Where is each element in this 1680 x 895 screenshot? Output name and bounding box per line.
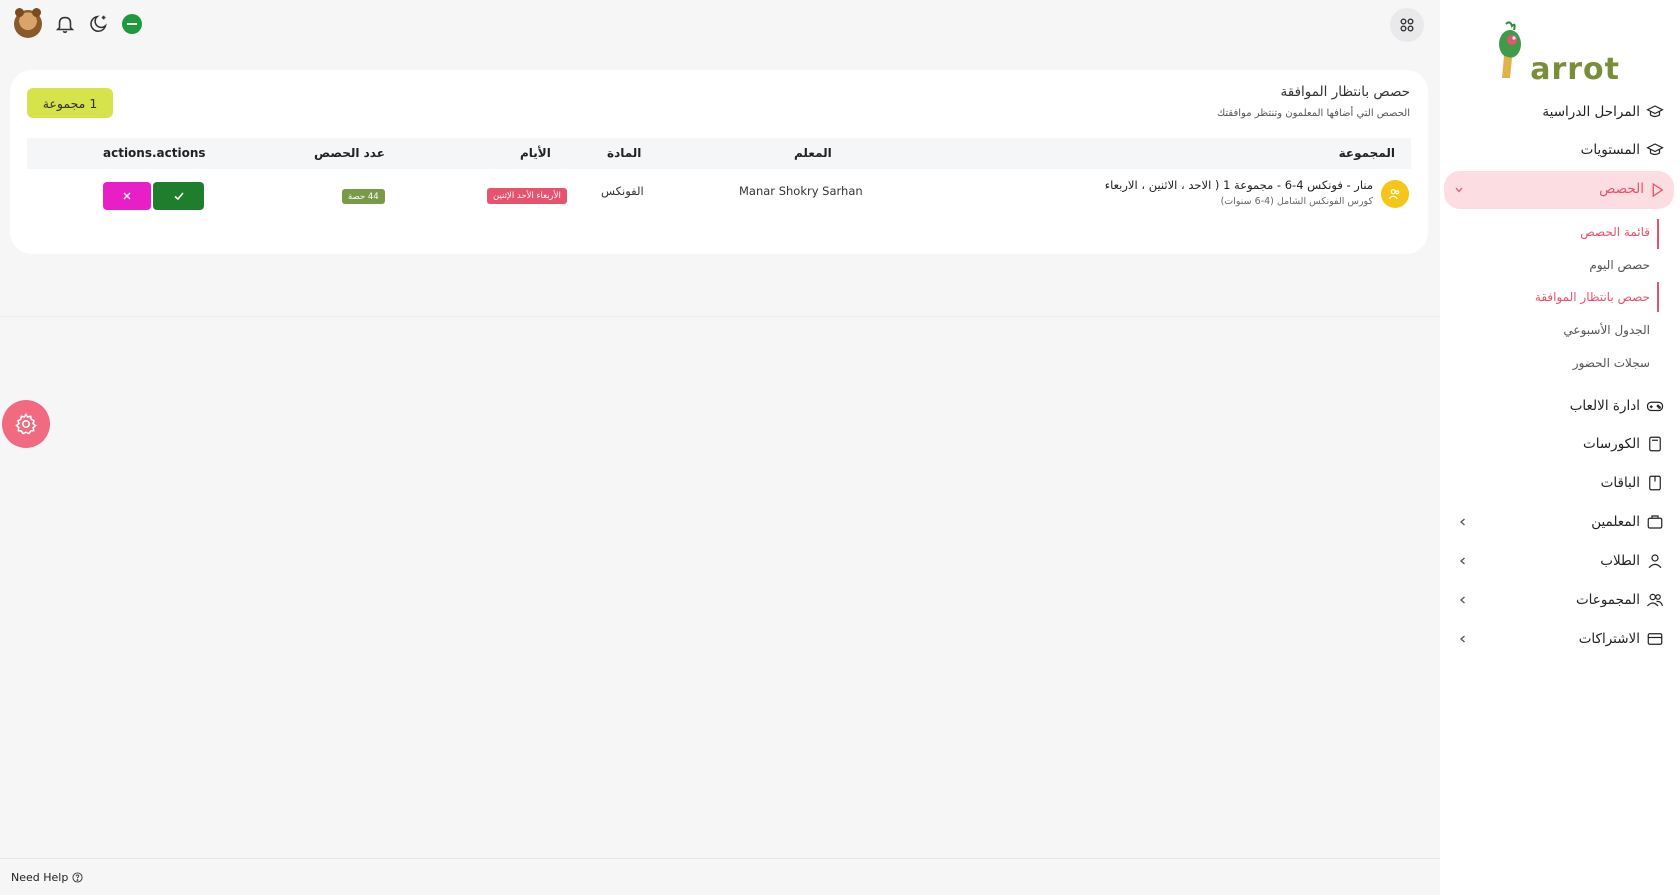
sidebar-item-students[interactable]: الطلاب <box>1600 547 1664 575</box>
subitem-today-sessions[interactable]: حصص اليوم <box>1589 258 1650 272</box>
subitem-attendance-records[interactable]: سجلات الحضور <box>1573 356 1650 370</box>
need-help-link[interactable]: Need Help <box>11 871 83 884</box>
group-name[interactable]: منار - فونكس 4-6 - مجموعة 1 ( الاحد ، ال… <box>1105 178 1373 192</box>
chevron-down-icon[interactable] <box>1454 185 1464 195</box>
check-icon <box>173 192 184 201</box>
pending-sessions-card: حصص بانتظار الموافقة الحصص التي أضافها ا… <box>10 70 1428 254</box>
approve-button[interactable] <box>153 182 204 210</box>
chevron-left-icon[interactable] <box>1458 634 1468 644</box>
th-actions: actions.actions <box>103 146 206 160</box>
divider <box>0 316 1440 317</box>
sidebar-item-courses[interactable]: الكورسات <box>1583 430 1664 458</box>
chevron-left-icon[interactable] <box>1458 517 1468 527</box>
users-icon <box>1388 189 1400 200</box>
sidebar-item-groups[interactable]: المجموعات <box>1576 586 1664 614</box>
bell-icon[interactable] <box>54 13 76 35</box>
sidebar-item-sessions[interactable]: الحصص <box>1444 171 1674 209</box>
sidebar-item-label: الباقات <box>1600 475 1640 491</box>
subitem-sessions-list[interactable]: قائمة الحصص <box>1580 225 1650 239</box>
user-icon <box>1648 554 1662 569</box>
header-actions <box>14 8 142 38</box>
reject-button[interactable] <box>103 182 151 210</box>
sidebar: arrot المراحل الدراسية المستويات الحصص ق… <box>1440 0 1680 895</box>
days-badge: الأربعاء الأحد الإثنين <box>487 188 567 204</box>
group-course: كورس الفونكس الشامل (4-6 سنوات) <box>1220 196 1373 207</box>
card-icon <box>1647 633 1663 645</box>
subject-name: الفونكس <box>601 184 644 198</box>
sidebar-item-label: المراحل الدراسية <box>1542 104 1640 120</box>
sidebar-item-label: الطلاب <box>1600 553 1640 569</box>
apps-icon <box>1400 18 1414 32</box>
page-subtitle: الحصص التي أضافها المعلمون وتنتظر موافقت… <box>1216 108 1410 119</box>
users-icon <box>1647 593 1664 607</box>
parrot-bird-icon <box>1499 21 1521 78</box>
parrot-logo[interactable]: arrot <box>1499 20 1620 90</box>
saudi-flag-icon[interactable] <box>122 14 142 34</box>
sessions-count-badge: 44 حصة <box>342 189 385 204</box>
briefcase-icon <box>1647 515 1663 529</box>
graduation-cap-icon <box>1646 143 1664 156</box>
close-icon <box>123 192 131 200</box>
help-icon <box>72 872 83 883</box>
sidebar-item-games[interactable]: ادارة الالعاب <box>1570 392 1664 420</box>
sidebar-item-label: الاشتراكات <box>1578 631 1640 647</box>
page-title: حصص بانتظار الموافقة <box>1280 84 1411 100</box>
group-avatar <box>1381 180 1409 208</box>
teacher-name: Manar Shokry Sarhan <box>739 184 863 198</box>
logo-text: arrot <box>1530 52 1620 87</box>
sidebar-item-label: المعلمين <box>1591 514 1640 530</box>
gear-icon <box>15 413 37 435</box>
group-count-badge: 1 مجموعة <box>27 88 113 118</box>
sidebar-item-label: المجموعات <box>1575 592 1640 608</box>
sidebar-item-packages[interactable]: الباقات <box>1601 469 1664 497</box>
avatar[interactable] <box>14 8 42 38</box>
footer-divider <box>0 858 1440 859</box>
subitem-indicator <box>1657 219 1659 249</box>
sidebar-item-teachers[interactable]: المعلمين <box>1591 508 1664 536</box>
sidebar-item-label: الكورسات <box>1583 436 1640 452</box>
book-icon <box>1649 436 1661 452</box>
graduation-cap-icon <box>1646 105 1664 118</box>
subitem-weekly-schedule[interactable]: الجدول الأسبوعي <box>1563 323 1650 337</box>
package-icon <box>1649 475 1661 491</box>
sidebar-item-label: المستويات <box>1580 142 1640 158</box>
th-subject: المادة <box>607 146 642 160</box>
th-teacher: المعلم <box>794 146 832 160</box>
chevron-left-icon[interactable] <box>1458 556 1468 566</box>
sidebar-item-stages[interactable]: المراحل الدراسية <box>1542 98 1664 126</box>
play-icon <box>1652 182 1664 198</box>
subitem-indicator <box>1657 282 1659 312</box>
table-row: منار - فونكس 4-6 - مجموعة 1 ( الاحد ، ال… <box>27 172 1411 212</box>
sidebar-item-label: ادارة الالعاب <box>1569 398 1640 414</box>
apps-button[interactable] <box>1390 8 1424 42</box>
table-header: المجموعة المعلم المادة الأيام عدد الحصص … <box>27 138 1411 169</box>
subitem-pending-sessions[interactable]: حصص بانتظار الموافقة <box>1535 290 1650 304</box>
sidebar-item-subscriptions[interactable]: الاشتراكات <box>1579 625 1664 653</box>
th-group: المجموعة <box>1338 146 1395 160</box>
th-days: الأيام <box>520 146 551 160</box>
moon-icon[interactable] <box>88 13 110 35</box>
chevron-left-icon[interactable] <box>1458 595 1468 605</box>
sidebar-item-levels[interactable]: المستويات <box>1581 136 1664 164</box>
th-count: عدد الحصص <box>314 146 385 160</box>
need-help-label: Need Help <box>11 871 69 884</box>
gamepad-icon <box>1646 401 1664 412</box>
sidebar-item-label: الحصص <box>1599 181 1644 197</box>
settings-button[interactable] <box>2 400 50 448</box>
